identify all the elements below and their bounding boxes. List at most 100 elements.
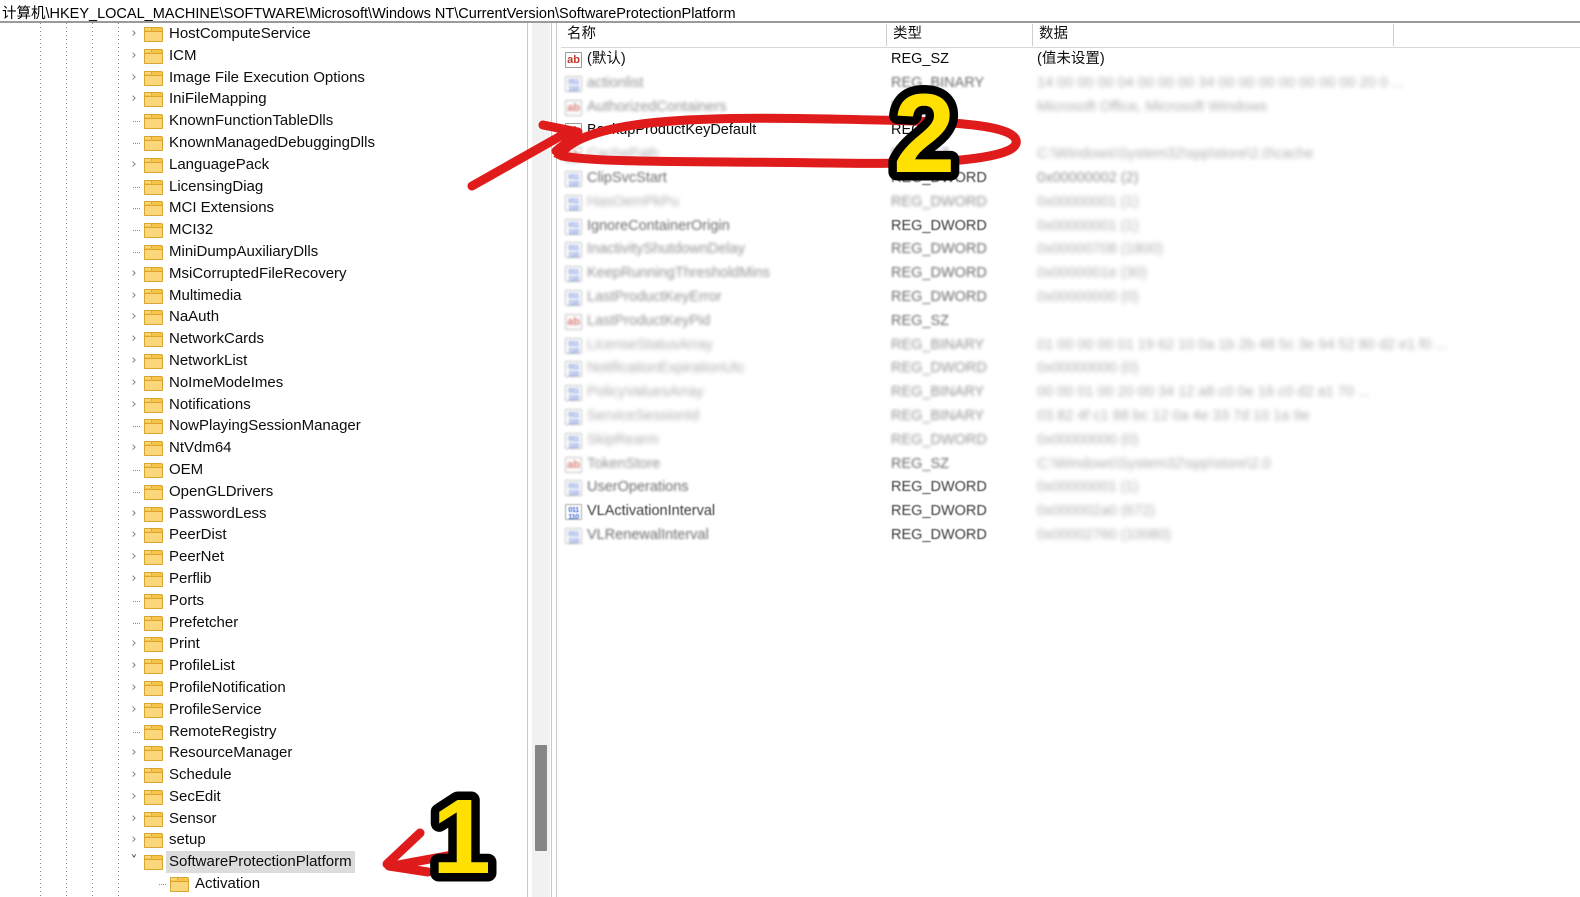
chevron-right-icon[interactable]: ›	[126, 786, 142, 808]
chevron-right-icon[interactable]: ›	[126, 394, 142, 416]
tree-item-ports[interactable]: Ports	[0, 590, 527, 612]
column-divider[interactable]	[1393, 24, 1394, 46]
value-row[interactable]: 011 110 ClipSvcStart REG_DWORD 0x00000002 (2…	[561, 167, 1580, 191]
chevron-right-icon[interactable]: ›	[126, 67, 142, 89]
tree-item-activation[interactable]: Activation	[0, 873, 527, 895]
chevron-right-icon[interactable]: ›	[126, 764, 142, 786]
chevron-right-icon[interactable]: ›	[126, 829, 142, 851]
value-row[interactable]: 011 110 LastProductKeyError REG_DWORD 0x0000…	[561, 286, 1580, 310]
tree-item-print[interactable]: › Print	[0, 633, 527, 655]
tree-item-opengldrivers[interactable]: OpenGLDrivers	[0, 481, 527, 503]
chevron-right-icon[interactable]: ›	[126, 524, 142, 546]
value-row[interactable]: 011 110 VLActivationInterval REG_DWORD 0x000…	[561, 500, 1580, 524]
tree-item-perflib[interactable]: › Perflib	[0, 568, 527, 590]
chevron-right-icon[interactable]: ›	[126, 503, 142, 525]
value-row[interactable]: 011 110 actionlist REG_BINARY 14 00 00 00 04…	[561, 72, 1580, 96]
chevron-right-icon[interactable]: ›	[126, 742, 142, 764]
registry-value-list-pane[interactable]: 名称 类型 数据 ab (默认) REG_SZ (值未设置) 011 110 actionl…	[561, 23, 1580, 897]
chevron-right-icon[interactable]: ›	[126, 808, 142, 830]
tree-item-peernet[interactable]: › PeerNet	[0, 546, 527, 568]
value-row[interactable]: ab CachePath REG_SZ C:\Windows\System32\spp…	[561, 143, 1580, 167]
tree-item-passwordless[interactable]: › PasswordLess	[0, 503, 527, 525]
chevron-right-icon[interactable]: ›	[126, 633, 142, 655]
chevron-right-icon[interactable]: ›	[126, 263, 142, 285]
value-row[interactable]: ab LastProductKeyPid REG_SZ	[561, 310, 1580, 334]
value-row[interactable]: 011 110 ServiceSessionId REG_BINARY 03 82 4f…	[561, 405, 1580, 429]
value-row[interactable]: ab TokenStore REG_SZ C:\Windows\System32\sp…	[561, 453, 1580, 477]
tree-item-setup[interactable]: › setup	[0, 829, 527, 851]
chevron-right-icon[interactable]: ›	[126, 306, 142, 328]
tree-item-prefetcher[interactable]: Prefetcher	[0, 612, 527, 634]
chevron-right-icon[interactable]: ›	[126, 372, 142, 394]
value-row[interactable]: 011 110 IgnoreContainerOrigin REG_DWORD 0x00…	[561, 215, 1580, 239]
tree-item-schedule[interactable]: › Schedule	[0, 764, 527, 786]
tree-item-licensingdiag[interactable]: LicensingDiag	[0, 176, 527, 198]
tree-item-knownmanageddebuggingdlls[interactable]: KnownManagedDebuggingDlls	[0, 132, 527, 154]
value-row[interactable]: 011 110 UserOperations REG_DWORD 0x00000001 …	[561, 476, 1580, 500]
value-row[interactable]: 011 110 InactivityShutdownDelay REG_DWORD 0x…	[561, 238, 1580, 262]
tree-item-nowplayingsessionmanager[interactable]: NowPlayingSessionManager	[0, 415, 527, 437]
chevron-down-icon[interactable]: ˅	[126, 851, 142, 873]
chevron-right-icon[interactable]: ›	[126, 45, 142, 67]
chevron-right-icon[interactable]: ›	[126, 23, 142, 45]
tree-item-multimedia[interactable]: › Multimedia	[0, 285, 527, 307]
chevron-right-icon[interactable]: ›	[126, 154, 142, 176]
tree-item-image-file-execution-options[interactable]: › Image File Execution Options	[0, 67, 527, 89]
tree-item-knownfunctiontabledlls[interactable]: KnownFunctionTableDlls	[0, 110, 527, 132]
chevron-right-icon[interactable]: ›	[126, 88, 142, 110]
column-header-data[interactable]: 数据	[1033, 23, 1393, 47]
tree-item-icm[interactable]: › ICM	[0, 45, 527, 67]
column-header-type[interactable]: 类型	[887, 23, 1033, 47]
value-row[interactable]: 011 110 HasOemPkPu REG_DWORD 0x00000001 (1)	[561, 191, 1580, 215]
tree-vertical-scrollbar[interactable]	[532, 23, 550, 897]
registry-key-tree-pane[interactable]: › HostComputeService › ICM › Image File Execu…	[0, 23, 527, 897]
value-row[interactable]: 011 110 KeepRunningThresholdMins REG_DWORD 0…	[561, 262, 1580, 286]
tree-item-peerdist[interactable]: › PeerDist	[0, 524, 527, 546]
chevron-right-icon[interactable]: ›	[126, 350, 142, 372]
tree-item-mci-extensions[interactable]: MCI Extensions	[0, 197, 527, 219]
list-column-header[interactable]: 名称 类型 数据	[561, 23, 1580, 48]
tree-item-inifilemapping[interactable]: › IniFileMapping	[0, 88, 527, 110]
value-row[interactable]: 011 110 VLRenewalInterval REG_DWORD 0x000027…	[561, 524, 1580, 548]
value-row[interactable]: 011 110 SkipRearm REG_DWORD 0x00000000 (0)	[561, 429, 1580, 453]
tree-item-profileservice[interactable]: › ProfileService	[0, 699, 527, 721]
value-row[interactable]: ab (默认) REG_SZ (值未设置)	[561, 48, 1580, 72]
chevron-right-icon[interactable]: ›	[126, 655, 142, 677]
tree-item-hostcomputeservice[interactable]: › HostComputeService	[0, 23, 527, 45]
tree-item-notifications[interactable]: › Notifications	[0, 394, 527, 416]
tree-item-ntvdm64[interactable]: › NtVdm64	[0, 437, 527, 459]
column-header-name[interactable]: 名称	[561, 23, 891, 47]
address-bar[interactable]: 计算机\HKEY_LOCAL_MACHINE\SOFTWARE\Microsof…	[0, 0, 1580, 23]
chevron-right-icon[interactable]: ›	[126, 328, 142, 350]
tree-item-msicorruptedfilerecovery[interactable]: › MsiCorruptedFileRecovery	[0, 263, 527, 285]
chevron-right-icon[interactable]: ›	[126, 285, 142, 307]
value-row[interactable]: 011 110 NotificationExpirationUtc REG_DWORD…	[561, 357, 1580, 381]
tree-item-sensor[interactable]: › Sensor	[0, 808, 527, 830]
tree-item-minidumpauxiliarydlls[interactable]: MiniDumpAuxiliaryDlls	[0, 241, 527, 263]
tree-item-profilenotification[interactable]: › ProfileNotification	[0, 677, 527, 699]
chevron-right-icon[interactable]: ›	[126, 699, 142, 721]
tree-item-languagepack[interactable]: › LanguagePack	[0, 154, 527, 176]
tree-item-oem[interactable]: OEM	[0, 459, 527, 481]
tree-item-remoteregistry[interactable]: RemoteRegistry	[0, 721, 527, 743]
tree-item-resourcemanager[interactable]: › ResourceManager	[0, 742, 527, 764]
tree-item-list[interactable]: › HostComputeService › ICM › Image File Execu…	[0, 23, 527, 895]
tree-item-secedit[interactable]: › SecEdit	[0, 786, 527, 808]
tree-item-noimemodeimes[interactable]: › NoImeModeImes	[0, 372, 527, 394]
chevron-right-icon[interactable]: ›	[126, 568, 142, 590]
tree-item-networkcards[interactable]: › NetworkCards	[0, 328, 527, 350]
tree-item-mci32[interactable]: MCI32	[0, 219, 527, 241]
chevron-right-icon[interactable]: ›	[126, 546, 142, 568]
tree-item-networklist[interactable]: › NetworkList	[0, 350, 527, 372]
chevron-right-icon[interactable]: ›	[126, 677, 142, 699]
tree-item-profilelist[interactable]: › ProfileList	[0, 655, 527, 677]
value-row[interactable]: 011 110 LicenseStatusArray REG_BINARY 01 00 …	[561, 334, 1580, 358]
tree-item-naauth[interactable]: › NaAuth	[0, 306, 527, 328]
tree-item-softwareprotectionplatform[interactable]: ˅ SoftwareProtectionPlatform	[0, 851, 527, 874]
value-row[interactable]: 011 110 PolicyValuesArray REG_BINARY 00 00 0…	[561, 381, 1580, 405]
value-row-list[interactable]: ab (默认) REG_SZ (值未设置) 011 110 actionlist REG_BI…	[561, 48, 1580, 548]
value-row[interactable]: ab AuthorizedContainers REG_SZ Microsoft Of…	[561, 96, 1580, 120]
scrollbar-thumb[interactable]	[535, 745, 547, 851]
value-row[interactable]: ab BackupProductKeyDefault REG_SZ	[561, 119, 1580, 143]
chevron-right-icon[interactable]: ›	[126, 437, 142, 459]
